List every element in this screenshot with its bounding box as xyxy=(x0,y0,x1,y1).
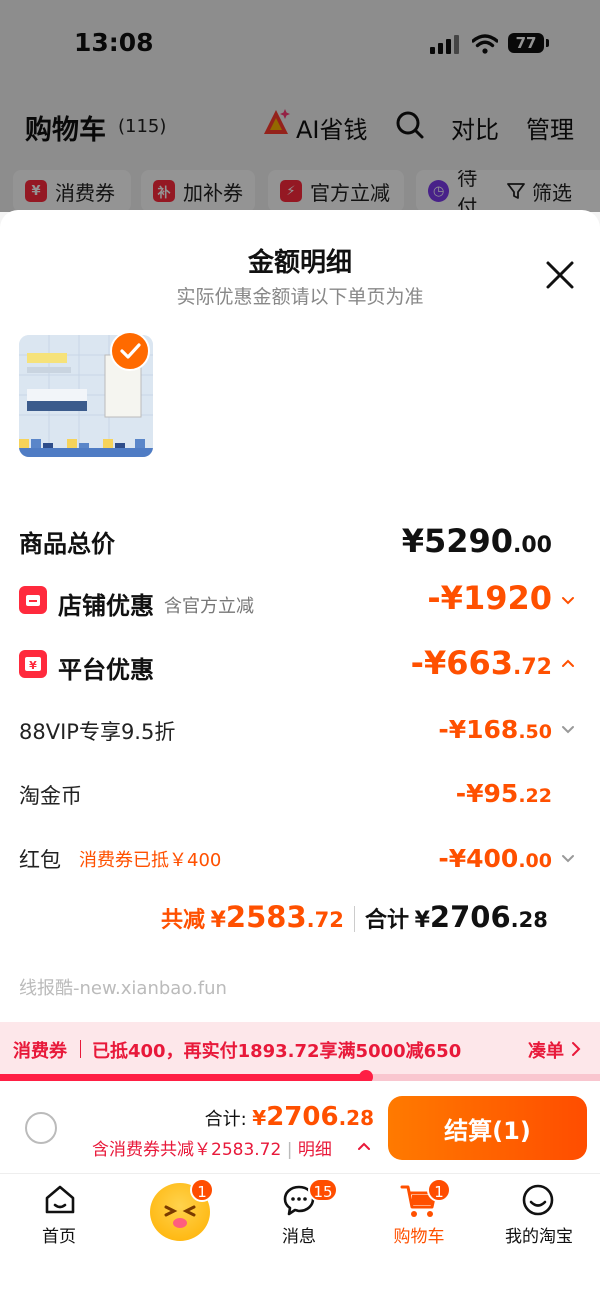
close-icon[interactable] xyxy=(545,260,575,290)
cart-page-background: 13:08 77 购物车 (115) AI省钱 对比 管理 ¥ 消费券 补 加补… xyxy=(0,0,600,212)
tab-label: 消息 xyxy=(282,1227,316,1247)
store-icon xyxy=(19,586,47,614)
messages-badge: 15 xyxy=(308,1178,338,1202)
tab-label: 首页 xyxy=(42,1227,76,1247)
taobao-coin-value: -¥95.22 xyxy=(455,779,552,808)
red-packet-label: 红包 xyxy=(19,848,61,872)
checkout-sum: 合计: ¥2706.28 xyxy=(204,1102,374,1132)
platform-discount-value[interactable]: -¥663.72 xyxy=(411,644,552,682)
divider xyxy=(354,906,355,932)
chevron-down-icon[interactable] xyxy=(561,723,575,737)
vip-discount-label: 88VIP专享9.5折 xyxy=(19,720,176,744)
promo-tag: 消费券 xyxy=(13,1041,67,1062)
detail-toggle[interactable]: 明细 xyxy=(298,1140,332,1160)
store-discount-note: 含官方立减 xyxy=(164,596,254,617)
total-price-label: 商品总价 xyxy=(19,530,115,558)
red-packet-value[interactable]: -¥400.00 xyxy=(438,844,552,873)
chevron-up-icon[interactable] xyxy=(357,1140,371,1152)
voucher-promo-bar[interactable]: 消费券 已抵400，再实付1893.72享满5000减650 凑单 xyxy=(0,1022,600,1074)
chevron-right-icon[interactable] xyxy=(570,1041,582,1057)
promo-text: 已抵400，再实付1893.72享满5000减650 xyxy=(92,1041,462,1062)
chevron-up-icon[interactable] xyxy=(561,656,575,670)
platform-icon: ¥ xyxy=(19,650,47,678)
modal-overlay[interactable] xyxy=(0,0,600,212)
sheet-sum-label: 合计 xyxy=(365,908,410,933)
chevron-down-icon[interactable] xyxy=(561,594,575,608)
profile-icon xyxy=(522,1184,554,1216)
vip-discount-value[interactable]: -¥168.50 xyxy=(438,715,552,744)
watermark: 线报酷-new.xianbao.fun xyxy=(19,978,227,999)
home-icon xyxy=(45,1185,75,1214)
checkout-button[interactable]: 结算(1) xyxy=(388,1096,587,1160)
total-saved-label: 共减 xyxy=(161,908,206,933)
checkout-detail-text: 含消费券共减￥2583.72 xyxy=(92,1140,282,1160)
amount-detail-sheet: 金额明细 实际优惠金额请以下单页为准 商品总价 ¥5290.00 店铺优惠 含官… xyxy=(0,210,600,1022)
store-discount-label: 店铺优惠 xyxy=(58,592,154,620)
svg-text:¥: ¥ xyxy=(29,659,37,672)
mascot-badge: 1 xyxy=(190,1178,214,1202)
promo-progress-fill xyxy=(0,1074,366,1081)
chevron-down-icon[interactable] xyxy=(561,852,575,866)
sheet-subtitle: 实际优惠金额请以下单页为准 xyxy=(176,286,424,308)
total-price-value: ¥5290.00 xyxy=(401,522,552,560)
checkout-detail: 含消费券共减￥2583.72 | 明细 xyxy=(92,1140,332,1160)
platform-discount-label: 平台优惠 xyxy=(58,656,154,684)
total-saved: 共减 ¥2583.72 xyxy=(161,900,344,934)
select-all-checkbox[interactable] xyxy=(25,1112,57,1144)
tab-label: 购物车 xyxy=(393,1227,445,1247)
checkout-sum-label: 合计: xyxy=(204,1109,247,1130)
tab-label: 我的淘宝 xyxy=(505,1227,573,1247)
taobao-coin-label: 淘金币 xyxy=(19,784,82,808)
promo-divider xyxy=(80,1040,81,1058)
red-packet-note: 消费券已抵￥400 xyxy=(79,850,222,871)
add-items-link[interactable]: 凑单 xyxy=(528,1037,564,1063)
sheet-sum: 合计 ¥2706.28 xyxy=(365,900,548,934)
store-discount-value[interactable]: -¥1920 xyxy=(427,579,552,617)
sheet-title: 金额明细 xyxy=(247,248,352,278)
selected-check-icon[interactable] xyxy=(110,331,150,371)
cart-badge: 1 xyxy=(427,1178,451,1202)
